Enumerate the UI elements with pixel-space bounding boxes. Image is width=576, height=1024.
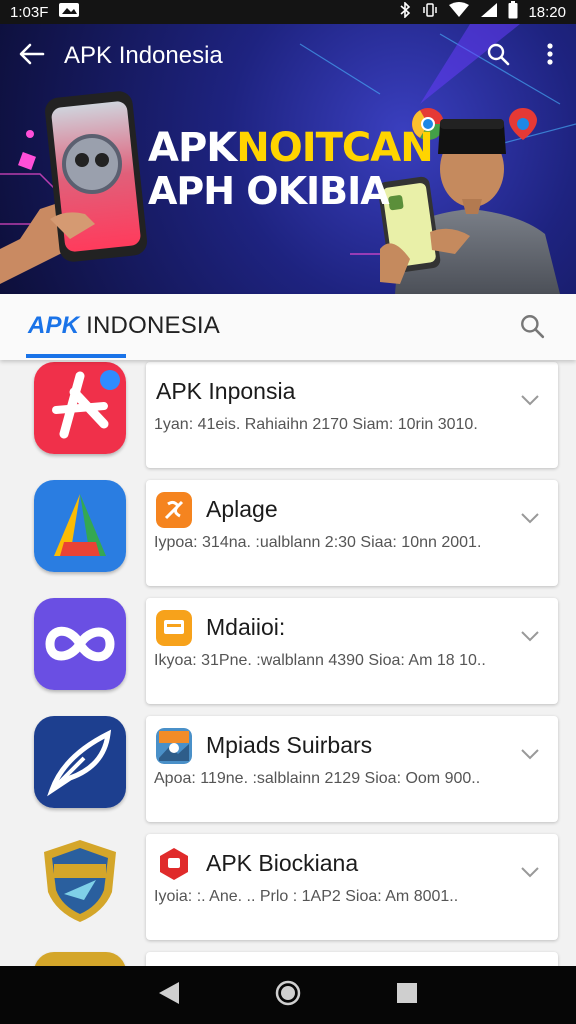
page-title: APK Indonesia — [64, 42, 223, 69]
nav-recents-icon — [396, 982, 418, 1009]
app-title: APK Inponsia — [156, 378, 296, 404]
chevron-down-icon[interactable] — [518, 388, 542, 412]
landscape-icon — [156, 728, 192, 764]
chevron-down-icon[interactable] — [518, 742, 542, 766]
app-triangle-icon — [34, 480, 126, 572]
app-partial-icon — [34, 952, 126, 966]
app-title: APK Biockiana — [206, 850, 359, 876]
hero-line1-yellow: NOITCAN — [236, 125, 433, 171]
tab-label-rest: INDONESIA — [79, 312, 220, 339]
app-card[interactable]: Mdaiioi: Ikyoa: 31Pne. :walblann 4390 Si… — [146, 598, 558, 704]
app-subtitle: Iypoa: 314na. :ualblann 2:30 Siaa: 10nn … — [154, 534, 482, 551]
system-nav-bar — [0, 966, 576, 1024]
wifi-icon — [448, 2, 470, 22]
app-infinity-icon — [34, 598, 126, 690]
status-time: 18:20 — [528, 3, 566, 21]
tab-apk-indonesia[interactable]: APK INDONESIA — [28, 312, 220, 340]
nav-recents-button[interactable] — [383, 971, 431, 1019]
app-card[interactable]: APK Biockiana Iyoia: :. Ane. .. Prlo : 1… — [146, 834, 558, 940]
signal-icon — [480, 2, 498, 22]
tab-header: APK INDONESIA — [0, 294, 576, 360]
vibrate-icon — [422, 2, 438, 22]
app-title: Mpiads Suirbars — [206, 732, 373, 758]
search-button[interactable] — [472, 24, 524, 88]
app-feather-icon — [34, 716, 126, 808]
app-card[interactable] — [146, 952, 558, 966]
nav-home-icon — [274, 979, 302, 1012]
list-item[interactable]: Mpiads Suirbars Apoa: 119ne. :salblainn … — [0, 714, 576, 832]
nav-back-button[interactable] — [145, 971, 193, 1019]
tab-indicator — [26, 354, 126, 358]
red-hexagon-icon — [156, 846, 192, 882]
more-vert-icon — [546, 42, 554, 71]
app-subtitle: Apoa: 119ne. :salblainn 2129 Sioa: Oom 9… — [154, 770, 481, 787]
orange-card-icon — [156, 610, 192, 646]
chevron-down-icon[interactable] — [518, 860, 542, 884]
status-bar: 1:03F 18:20 — [0, 0, 576, 24]
hero-line1-white: APK — [148, 125, 237, 171]
app-title: Mdaiioi: — [206, 614, 286, 640]
app-list: APK Inponsia 1yan: 41eis. Rahiaihn 2170 … — [0, 360, 576, 966]
tab-search-button[interactable] — [512, 308, 552, 348]
app-subtitle: 1yan: 41eis. Rahiaihn 2170 Siam: 10rin 3… — [154, 416, 478, 433]
app-card[interactable]: Mpiads Suirbars Apoa: 119ne. :salblainn … — [146, 716, 558, 822]
app-screen: 1:03F 18:20 APKNOITCAN APH OKIBIA APK In… — [0, 0, 576, 1024]
nav-back-icon — [157, 980, 181, 1011]
app-subtitle: Iyoia: :. Ane. .. Prlo : 1AP2 Sioa: Am 8… — [154, 888, 459, 905]
hero-line2: APH OKIBIA — [148, 169, 390, 213]
chevron-down-icon[interactable] — [518, 506, 542, 530]
search-icon — [486, 42, 510, 71]
hero-headline: APKNOITCAN APH OKIBIA — [148, 125, 434, 213]
app-title: Aplage — [206, 496, 278, 522]
app-toolbar: APK Indonesia — [0, 24, 576, 88]
search-icon — [519, 313, 545, 344]
list-item[interactable]: APK Inponsia 1yan: 41eis. Rahiaihn 2170 … — [0, 360, 576, 478]
list-item-partial[interactable] — [0, 950, 576, 966]
app-card[interactable]: Aplage Iypoa: 314na. :ualblann 2:30 Siaa… — [146, 480, 558, 586]
list-item[interactable]: Aplage Iypoa: 314na. :ualblann 2:30 Siaa… — [0, 478, 576, 596]
app-shield-icon — [34, 834, 126, 926]
app-card[interactable]: APK Inponsia 1yan: 41eis. Rahiaihn 2170 … — [146, 362, 558, 468]
battery-icon — [508, 1, 518, 23]
status-left-text: 1:03F — [10, 3, 49, 21]
list-item[interactable]: Mdaiioi: Ikyoa: 31Pne. :walblann 4390 Si… — [0, 596, 576, 714]
chevron-down-icon[interactable] — [518, 624, 542, 648]
nav-home-button[interactable] — [264, 971, 312, 1019]
app-red-icon — [34, 362, 126, 454]
orange-puzzle-icon — [156, 492, 192, 528]
more-options-button[interactable] — [524, 24, 576, 88]
app-subtitle: Ikyoa: 31Pne. :walblann 4390 Sioa: Am 18… — [154, 652, 486, 669]
tab-label-blue: APK — [28, 312, 80, 339]
image-icon — [58, 2, 80, 22]
list-item[interactable]: APK Biockiana Iyoia: :. Ane. .. Prlo : 1… — [0, 832, 576, 950]
bluetooth-icon — [398, 1, 412, 22]
